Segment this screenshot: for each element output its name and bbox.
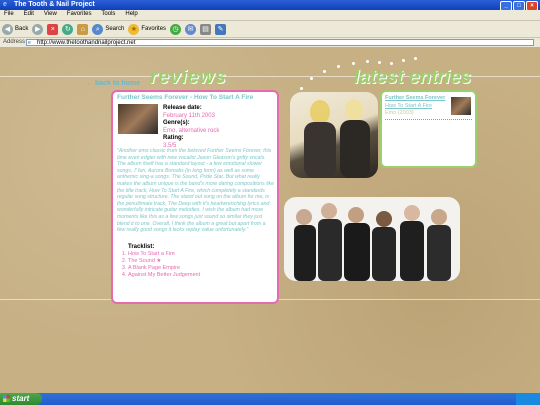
system-tray (516, 393, 540, 405)
forward-button[interactable]: ▶ (32, 23, 44, 35)
genre-label: Genre(s): (163, 120, 190, 126)
band-photo-2 (284, 197, 460, 281)
forward-arrow-icon: ▶ (32, 23, 44, 35)
entry-thumbnail[interactable] (451, 97, 471, 115)
review-meta: Release date: February 11th 2003 Genre(s… (163, 105, 219, 150)
edit-button[interactable]: ✎ (215, 23, 227, 35)
menu-file[interactable]: File (0, 10, 18, 17)
search-icon: ⌕ (92, 23, 104, 35)
dot (337, 65, 340, 68)
taskbar: start (0, 393, 540, 405)
edit-icon: ✎ (215, 23, 227, 35)
menu-help[interactable]: Help (121, 10, 141, 17)
menu-edit[interactable]: Edit (20, 10, 38, 17)
genre-value: Emo, alternative rock (163, 127, 220, 134)
stop-button[interactable]: × (47, 23, 59, 35)
history-button[interactable]: ◷ (170, 23, 182, 35)
entry-album-link[interactable]: How To Start A Fire (385, 103, 432, 109)
address-label: Address (3, 39, 26, 45)
entry-title-link[interactable]: Further Seems Forever (385, 95, 445, 101)
back-arrow-icon: ◀ (2, 23, 13, 35)
history-icon: ◷ (170, 23, 182, 35)
mail-icon: ✉ (185, 23, 197, 35)
mail-button[interactable]: ✉ (185, 23, 197, 35)
track-item: How To Start a Fire (128, 251, 200, 258)
home-icon: ⌂ (77, 23, 89, 35)
release-label: Release date: (163, 105, 202, 111)
album-cover (118, 104, 158, 134)
menu-tools[interactable]: Tools (97, 10, 119, 17)
window-title: The Tooth & Nail Project (14, 1, 95, 8)
toolbar: ◀ Back ▶ × ↻ ⌂ ⌕ Search ★ Favorites ◷ ✉ ▤ ✎ (0, 21, 540, 38)
back-button[interactable]: ◀ Back (2, 23, 28, 35)
band-photo-1 (290, 92, 378, 178)
latest-entries-heading: latest entries (354, 67, 472, 88)
address-input[interactable]: http://www.thetoothandnailproject.net (26, 39, 534, 46)
track-item: A Blank Page Empire (128, 265, 200, 272)
dot (390, 62, 393, 65)
entry-separator (385, 119, 472, 120)
rating-label: Rating: (163, 135, 184, 141)
menu-favorites[interactable]: Favorites (63, 10, 96, 17)
track-item: The Sound ★ (128, 258, 200, 265)
review-title: Further Seems Forever - How To Start A F… (117, 94, 254, 101)
dot (323, 70, 326, 73)
review-body: "Another emo classic from the beloved Fu… (117, 148, 274, 234)
dot (366, 60, 369, 63)
favorites-button[interactable]: ★ Favorites (128, 23, 166, 35)
ie-icon: e (3, 1, 7, 8)
home-button[interactable]: ⌂ (77, 23, 89, 35)
dot (378, 61, 381, 64)
tracklist-label: Tracklist: (128, 244, 155, 250)
dot (414, 57, 417, 60)
reviews-heading: reviews (150, 67, 227, 88)
track-item: Against My Better Judgement (128, 272, 200, 279)
menu-bar: File Edit View Favorites Tools Help (0, 10, 540, 21)
web-page: ← back to home reviews latest entries Fu… (0, 47, 540, 393)
entry-meta: Emo (2003) (385, 110, 414, 116)
star-icon: ★ (128, 23, 140, 35)
band-photo-1-figures (304, 99, 370, 178)
page-icon: e (28, 40, 31, 46)
dot (300, 87, 303, 90)
start-button[interactable]: start (0, 393, 42, 405)
refresh-button[interactable]: ↻ (62, 23, 74, 35)
band-photo-2-figures (294, 203, 451, 281)
print-icon: ▤ (200, 23, 212, 35)
latest-entries-panel: Further Seems Forever How To Start A Fir… (380, 90, 477, 168)
window-titlebar: e The Tooth & Nail Project _ □ × (0, 0, 540, 11)
refresh-icon: ↻ (62, 23, 74, 35)
stop-icon: × (47, 23, 59, 35)
review-panel: Further Seems Forever - How To Start A F… (111, 90, 279, 304)
windows-flag-icon (3, 395, 10, 402)
print-button[interactable]: ▤ (200, 23, 212, 35)
search-button[interactable]: ⌕ Search (92, 23, 124, 35)
back-to-home-link[interactable]: ← back to home (86, 80, 140, 87)
release-value: February 11th 2003 (163, 112, 215, 119)
tracklist: How To Start a Fire The Sound ★ A Blank … (118, 251, 200, 279)
dot (310, 77, 313, 80)
menu-view[interactable]: View (40, 10, 61, 17)
dot (402, 59, 405, 62)
dot (352, 62, 355, 65)
